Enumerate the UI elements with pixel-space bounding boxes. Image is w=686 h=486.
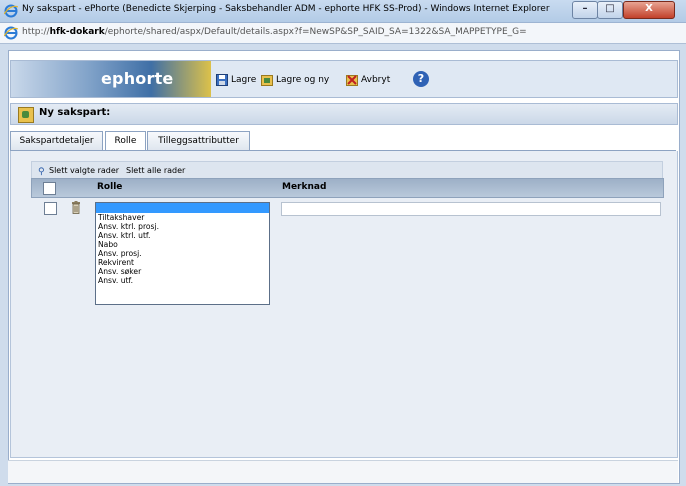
url-path: /ephorte/shared/aspx/Default/details.asp…	[104, 27, 527, 37]
internet-explorer-icon	[4, 4, 18, 18]
status-area	[8, 460, 678, 483]
dropdown-option-ansv-ktrl-prosj[interactable]: Ansv. ktrl. prosj.	[96, 222, 269, 231]
record-title: Ny sakspart:	[39, 107, 111, 118]
merknad-input[interactable]	[281, 202, 661, 216]
dropdown-option-ansv-utf[interactable]: Ansv. utf.	[96, 276, 269, 285]
column-header-merknad: Merknad	[282, 182, 327, 192]
minimize-button[interactable]: –	[572, 1, 598, 19]
select-all-checkbox[interactable]	[43, 182, 56, 195]
record-header: Ny sakspart:	[10, 103, 678, 125]
maximize-button[interactable]: □	[597, 1, 623, 19]
save-label: Lagre	[231, 75, 257, 85]
brand-text: ephorte	[101, 69, 174, 88]
trash-icon[interactable]	[71, 201, 81, 214]
url-host: hfk-dokark	[49, 27, 105, 37]
delete-selected-rows-link[interactable]: Slett valgte rader	[49, 163, 119, 179]
save-button[interactable]: Lagre	[216, 72, 256, 88]
save-icon	[216, 74, 228, 86]
tab-sakspartdetaljer[interactable]: Sakspartdetaljer	[10, 131, 103, 150]
dropdown-option-ansv-prosj[interactable]: Ansv. prosj.	[96, 249, 269, 258]
window-title: Ny sakspart - ePhorte (Benedicte Skjerpi…	[22, 4, 550, 14]
cancel-label: Avbryt	[361, 75, 391, 85]
window-titlebar: Ny sakspart - ePhorte (Benedicte Skjerpi…	[0, 0, 686, 23]
tab-tilleggsattributter[interactable]: Tilleggsattributter	[147, 131, 250, 150]
save-and-new-button[interactable]: Lagre og ny	[261, 72, 329, 88]
maximize-icon: □	[605, 3, 615, 14]
dropdown-option-blank[interactable]	[96, 203, 269, 213]
app-toolbar: ephorte Lagre Lagre og ny Avbryt ?	[10, 60, 678, 98]
grid-header: Rolle Merknad	[31, 178, 664, 198]
dropdown-option-ansv-soker[interactable]: Ansv. søker	[96, 267, 269, 276]
cancel-icon	[346, 75, 358, 86]
save-and-new-label: Lagre og ny	[276, 75, 330, 85]
page-icon	[4, 26, 18, 40]
url-text: http://hfk-dokark/ephorte/shared/aspx/De…	[22, 27, 527, 37]
grid-toolbar: ⚲ Slett valgte rader Slett alle rader	[31, 161, 663, 178]
close-icon: X	[645, 3, 653, 14]
close-window-button[interactable]: X	[623, 1, 675, 19]
case-party-icon	[18, 107, 34, 123]
minimize-icon: –	[582, 3, 588, 14]
row-checkbox[interactable]	[44, 202, 57, 215]
dropdown-option-ansv-ktrl-utf[interactable]: Ansv. ktrl. utf.	[96, 231, 269, 240]
cancel-button[interactable]: Avbryt	[346, 72, 390, 88]
url-prefix: http://	[22, 27, 50, 37]
tab-rolle[interactable]: Rolle	[105, 131, 146, 151]
address-bar[interactable]: http://hfk-dokark/ephorte/shared/aspx/De…	[0, 23, 686, 44]
ephorte-logo: ephorte	[11, 61, 211, 97]
help-icon[interactable]: ?	[413, 71, 429, 87]
rolle-dropdown-list: Tiltakshaver Ansv. ktrl. prosj. Ansv. kt…	[95, 202, 270, 305]
dropdown-option-tiltakshaver[interactable]: Tiltakshaver	[96, 213, 269, 222]
delete-all-rows-link[interactable]: Slett alle rader	[126, 163, 185, 179]
column-header-rolle: Rolle	[97, 182, 123, 192]
save-new-icon	[261, 75, 273, 86]
dropdown-option-rekvirent[interactable]: Rekvirent	[96, 258, 269, 267]
dropdown-option-nabo[interactable]: Nabo	[96, 240, 269, 249]
